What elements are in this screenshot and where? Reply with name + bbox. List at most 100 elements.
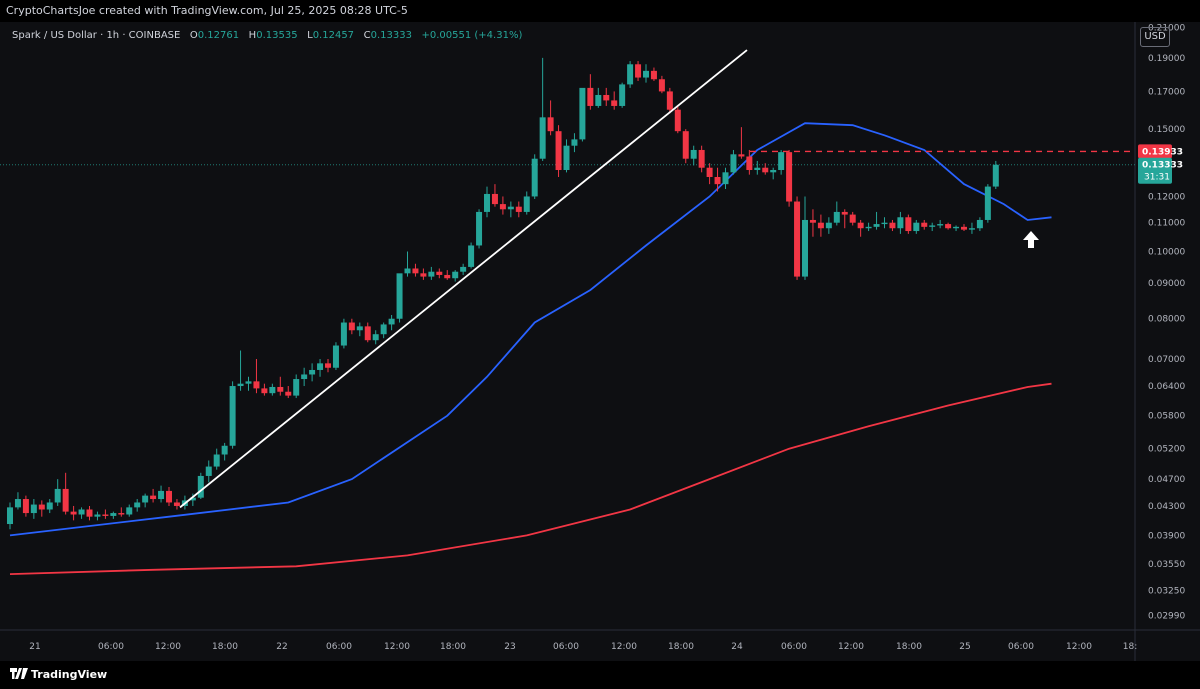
candle-body[interactable] (78, 509, 85, 515)
candle-body[interactable] (499, 204, 506, 210)
candle-body[interactable] (539, 117, 546, 159)
candle-body[interactable] (253, 381, 260, 389)
candle-body[interactable] (873, 224, 880, 227)
candle-body[interactable] (484, 193, 490, 212)
candle-body[interactable] (547, 117, 554, 132)
candle-body[interactable] (666, 91, 673, 110)
candle-body[interactable] (595, 94, 602, 106)
candle-body[interactable] (380, 324, 387, 335)
candle-body[interactable] (976, 219, 983, 229)
candle-body[interactable] (150, 495, 157, 500)
candle-body[interactable] (110, 513, 117, 516)
candle-body[interactable] (173, 502, 180, 506)
candle-body[interactable] (674, 109, 681, 132)
candle-body[interactable] (523, 196, 530, 212)
candle-body[interactable] (491, 193, 498, 205)
candle-body[interactable] (984, 186, 991, 220)
candle-body[interactable] (690, 149, 697, 159)
candle-body[interactable] (992, 164, 999, 187)
candle-body[interactable] (269, 386, 276, 394)
candle-body[interactable] (722, 172, 729, 185)
candle-body[interactable] (730, 154, 737, 173)
candle-body[interactable] (317, 363, 324, 370)
candle-body[interactable] (7, 507, 13, 525)
price-chart[interactable]: 0.210000.190000.170000.150000.120000.110… (0, 22, 1200, 661)
candle-body[interactable] (332, 345, 339, 368)
candle-body[interactable] (857, 222, 864, 229)
candle-body[interactable] (142, 495, 149, 503)
candle-body[interactable] (221, 445, 228, 455)
candle-body[interactable] (794, 201, 801, 277)
candle-body[interactable] (14, 499, 21, 508)
candle-body[interactable] (619, 84, 626, 106)
candle-body[interactable] (817, 222, 824, 229)
candle-body[interactable] (825, 222, 832, 229)
candle-body[interactable] (571, 139, 578, 146)
candle-body[interactable] (293, 379, 300, 396)
candle-body[interactable] (945, 224, 952, 229)
candle-body[interactable] (102, 514, 109, 516)
candle-body[interactable] (809, 219, 816, 223)
trendline[interactable] (179, 49, 748, 509)
candle-body[interactable] (778, 152, 785, 171)
candle-body[interactable] (237, 383, 244, 387)
candle-body[interactable] (372, 334, 379, 341)
candle-body[interactable] (46, 502, 53, 510)
candle-body[interactable] (356, 326, 363, 331)
candle-body[interactable] (897, 217, 904, 229)
candle-body[interactable] (94, 514, 101, 517)
candle-body[interactable] (70, 511, 77, 515)
candle-body[interactable] (245, 381, 252, 384)
candle-body[interactable] (38, 504, 45, 510)
candle-body[interactable] (301, 374, 308, 380)
candle-body[interactable] (197, 475, 204, 498)
candle-body[interactable] (340, 322, 347, 346)
candle-body[interactable] (905, 217, 912, 232)
candle-body[interactable] (802, 219, 808, 277)
candle-body[interactable] (706, 167, 713, 177)
candle-body[interactable] (126, 507, 133, 515)
candle-body[interactable] (205, 466, 212, 476)
candle-body[interactable] (849, 214, 856, 223)
candle-body[interactable] (476, 211, 483, 246)
candle-body[interactable] (309, 369, 316, 375)
candle-body[interactable] (961, 226, 967, 230)
candle-body[interactable] (444, 274, 451, 279)
candle-body[interactable] (86, 509, 93, 517)
candle-body[interactable] (937, 224, 944, 226)
candle-body[interactable] (404, 268, 411, 274)
candle-body[interactable] (348, 322, 355, 331)
candle-body[interactable] (643, 70, 649, 78)
candle-body[interactable] (428, 271, 435, 277)
candle-body[interactable] (261, 388, 268, 394)
candle-body[interactable] (762, 167, 769, 173)
candle-body[interactable] (865, 226, 872, 229)
candle-body[interactable] (603, 94, 610, 101)
chart-frame[interactable]: 0.21000 0.19000 0.17000 0.15000 0.12000 0.110… (0, 22, 1200, 661)
candle-body[interactable] (158, 490, 165, 500)
candle-body[interactable] (452, 271, 459, 279)
candle-body[interactable] (54, 488, 61, 503)
candle-body[interactable] (833, 211, 840, 223)
candle-body[interactable] (364, 326, 371, 341)
candle-body[interactable] (396, 273, 403, 319)
candle-body[interactable] (388, 318, 395, 325)
candle-body[interactable] (468, 245, 475, 267)
candle-body[interactable] (285, 391, 292, 396)
candle-body[interactable] (635, 64, 642, 78)
candle-body[interactable] (658, 79, 665, 92)
candle-body[interactable] (507, 206, 514, 210)
candle-body[interactable] (531, 158, 538, 197)
candle-body[interactable] (786, 152, 793, 202)
candle-body[interactable] (698, 149, 705, 168)
candle-body[interactable] (738, 154, 745, 157)
candle-body[interactable] (118, 513, 125, 515)
candle-body[interactable] (460, 266, 467, 272)
candle-body[interactable] (714, 176, 721, 185)
candle-body[interactable] (881, 222, 888, 225)
candle-body[interactable] (579, 87, 586, 140)
candle-body[interactable] (611, 100, 618, 106)
candle-body[interactable] (587, 87, 594, 106)
candle-body[interactable] (277, 386, 284, 392)
candle-body[interactable] (515, 206, 522, 212)
